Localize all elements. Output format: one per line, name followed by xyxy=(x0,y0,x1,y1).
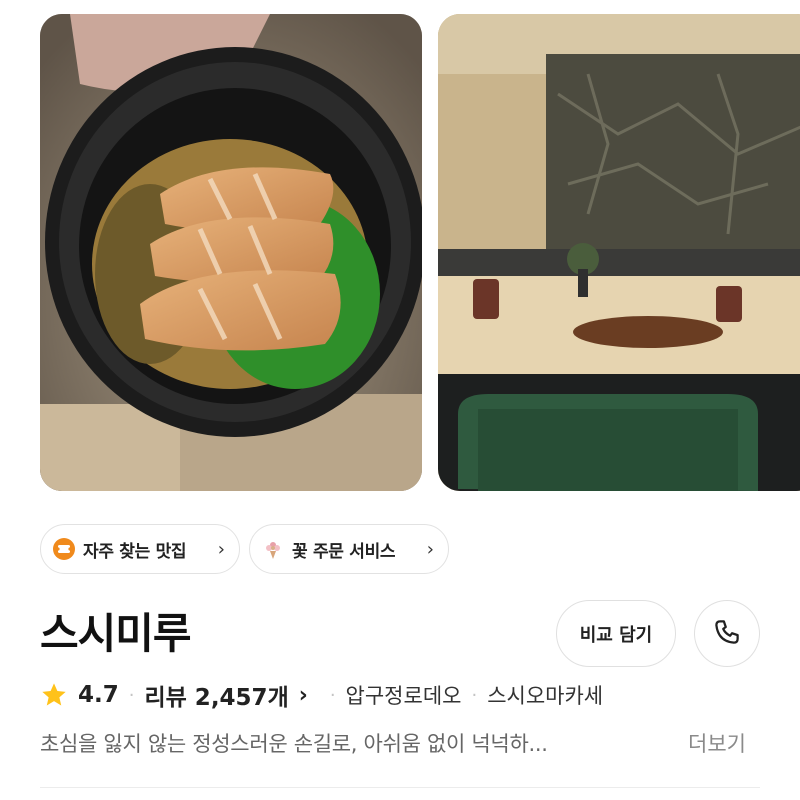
category: 스시오마카세 xyxy=(487,684,604,708)
chevron-right-icon: › xyxy=(298,682,308,708)
location: 압구정로데오 xyxy=(345,684,462,708)
chip-label: 자주 찾는 맛집 xyxy=(83,541,187,562)
restaurant-name: 스시미루 xyxy=(40,609,192,658)
frequent-restaurants-chip[interactable]: 자주 찾는 맛집 › xyxy=(40,524,240,574)
restaurant-interior-photo[interactable] xyxy=(438,14,800,491)
food-photo[interactable] xyxy=(40,14,422,491)
chip-label: 꽃 주문 서비스 xyxy=(292,541,396,562)
flower-order-chip[interactable]: 꽃 주문 서비스 › xyxy=(249,524,449,574)
separator-dot: · xyxy=(471,684,478,706)
separator-dot: · xyxy=(329,684,336,706)
restaurant-meta: 4.7 · 리뷰 2,457개 › · 압구정로데오 · 스시오마카세 xyxy=(40,676,603,714)
call-button[interactable] xyxy=(694,600,760,667)
phone-icon xyxy=(712,617,742,651)
restaurant-description: 초심을 잃지 않는 정성스러운 손길로, 아쉬움 없이 넉넉하... xyxy=(40,732,548,756)
more-button[interactable]: 더보기 xyxy=(688,728,746,758)
separator-dot: · xyxy=(128,684,135,706)
chevron-right-icon: › xyxy=(217,538,225,560)
review-count: 리뷰 2,457개 xyxy=(144,685,289,711)
reviews-link[interactable]: 리뷰 2,457개 › xyxy=(144,678,307,712)
star-icon xyxy=(42,683,66,706)
rating-value: 4.7 xyxy=(78,682,119,708)
photo-carousel[interactable] xyxy=(40,14,800,491)
chevron-right-icon: › xyxy=(426,538,434,560)
divider xyxy=(40,787,760,788)
ticket-icon xyxy=(53,538,75,560)
compare-button[interactable]: 비교 담기 xyxy=(556,600,676,667)
flower-icon xyxy=(262,538,284,560)
